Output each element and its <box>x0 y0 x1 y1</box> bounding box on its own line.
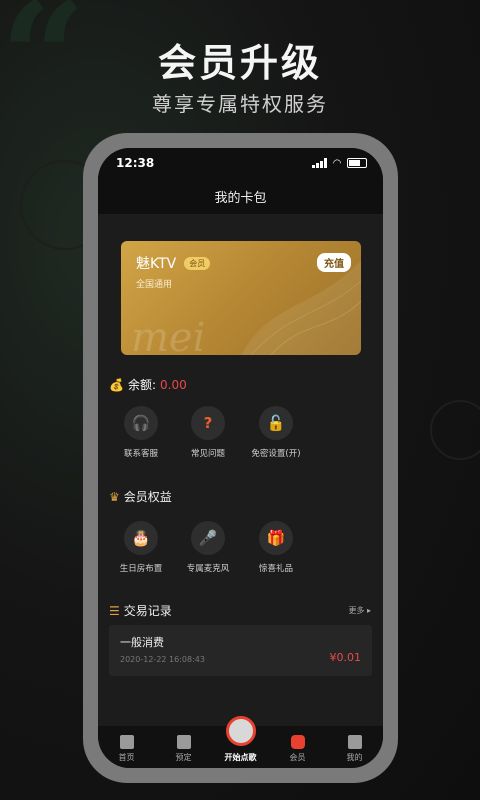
stack-icon: ☰ <box>109 603 120 618</box>
transaction-title: 一般消费 <box>120 636 164 649</box>
tab-member[interactable]: 会员 <box>274 735 322 763</box>
card-name: 魅KTV 会员 <box>136 253 211 273</box>
tab-label: 开始点歌 <box>224 753 257 762</box>
tab-mine[interactable]: 我的 <box>331 735 379 763</box>
wifi-icon: ◠ <box>333 157 341 169</box>
card-watermark: mei <box>131 315 206 355</box>
phone-frame: 12:38 ◠ 我的卡包 魅KTV 会员 全国通用 充值 mei 💰 余额: 0… <box>83 133 398 783</box>
status-time: 12:38 <box>116 156 155 170</box>
service-password-free[interactable]: 🔓 免密设置(开) <box>236 406 316 459</box>
user-icon <box>347 735 362 749</box>
tab-label: 首页 <box>118 753 135 762</box>
benefit-label: 生日房布置 <box>119 564 163 574</box>
service-label: 常见问题 <box>190 449 225 459</box>
transactions-header: ☰ 交易记录 <box>109 602 172 619</box>
benefit-label: 惊喜礼品 <box>258 564 293 574</box>
transaction-item[interactable]: 一般消费 2020-12-22 16:08:43 ¥0.01 <box>109 625 372 676</box>
service-label: 联系客服 <box>123 449 158 459</box>
bottom-tabbar: 首页 预定 开始点歌 会员 我的 <box>98 716 383 768</box>
benefits-title: 会员权益 <box>123 490 172 504</box>
page-title: 我的卡包 <box>98 178 383 214</box>
cake-icon: 🎂 <box>124 521 158 555</box>
crown-icon <box>290 735 305 749</box>
tab-label: 我的 <box>346 753 363 762</box>
benefit-label: 专属麦克风 <box>186 564 230 574</box>
membership-card[interactable]: 魅KTV 会员 全国通用 充值 mei <box>121 241 361 355</box>
tab-home[interactable]: 首页 <box>103 735 151 763</box>
tab-booking[interactable]: 预定 <box>160 735 208 763</box>
transaction-time: 2020-12-22 16:08:43 <box>120 655 205 664</box>
tab-start-singing[interactable]: 开始点歌 <box>217 716 265 763</box>
headset-icon: 🎧 <box>124 406 158 440</box>
balance-label: 余额: <box>127 378 156 392</box>
balance-row: 💰 余额: 0.00 <box>109 376 187 393</box>
service-label: 免密设置(开) <box>251 449 301 459</box>
signal-icon <box>312 158 328 168</box>
balance-value: 0.00 <box>160 377 187 392</box>
transactions-title: 交易记录 <box>123 604 172 618</box>
tab-label: 会员 <box>289 753 306 762</box>
battery-icon <box>347 158 367 168</box>
home-icon <box>119 735 134 749</box>
hero-title: 会员升级 <box>157 41 322 85</box>
card-name-text: 魅KTV <box>136 256 177 272</box>
recharge-button[interactable]: 充值 <box>317 253 351 272</box>
microphone-icon <box>225 716 256 746</box>
tab-label: 预定 <box>175 753 192 762</box>
phone-screen: 12:38 ◠ 我的卡包 魅KTV 会员 全国通用 充值 mei 💰 余额: 0… <box>98 148 383 768</box>
question-icon: ? <box>191 406 225 440</box>
transaction-amount: ¥0.01 <box>329 651 362 664</box>
card-scope: 全国通用 <box>136 280 173 290</box>
member-badge: 会员 <box>184 256 211 270</box>
microphone-icon: 🎤 <box>191 521 225 555</box>
money-bag-icon: 💰 <box>109 377 124 392</box>
crown-icon: ♛ <box>109 489 120 504</box>
benefit-gift[interactable]: 🎁 惊喜礼品 <box>236 521 316 574</box>
gift-icon: 🎁 <box>259 521 293 555</box>
status-icons: ◠ <box>312 158 367 169</box>
more-link[interactable]: 更多 ▸ <box>348 605 371 616</box>
background-circle <box>430 400 480 460</box>
unlock-icon: 🔓 <box>259 406 293 440</box>
benefits-header: ♛ 会员权益 <box>109 488 172 505</box>
hero-subtitle: 尊享专属特权服务 <box>152 92 328 116</box>
status-bar: 12:38 ◠ <box>98 148 383 178</box>
clipboard-icon <box>176 735 191 749</box>
